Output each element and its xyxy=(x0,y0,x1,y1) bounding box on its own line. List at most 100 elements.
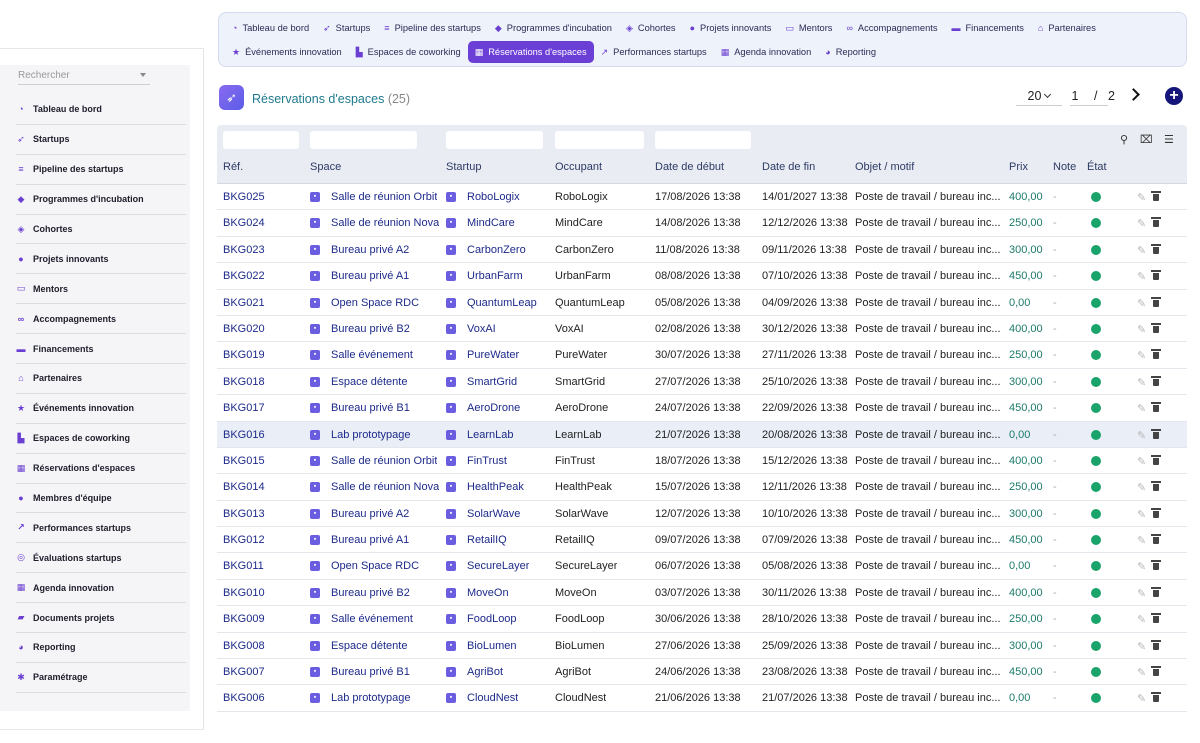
space-link[interactable]: Open Space RDC xyxy=(331,560,419,572)
table-row[interactable]: BKG021 ▪ Open Space RDC ▪ QuantumLeap Quantum… xyxy=(217,290,1187,316)
startup-link[interactable]: FoodLoop xyxy=(467,613,517,625)
filter-ref-input[interactable] xyxy=(223,131,299,149)
pencil-icon[interactable]: ✎ xyxy=(1137,560,1146,573)
filter-space-input[interactable] xyxy=(310,131,417,149)
ref-link[interactable]: BKG011 xyxy=(223,560,264,572)
space-link[interactable]: Espace détente xyxy=(331,376,407,388)
ref-link[interactable]: BKG019 xyxy=(223,349,265,361)
pencil-icon[interactable]: ✎ xyxy=(1137,455,1146,468)
column-header[interactable]: Note xyxy=(1053,161,1076,173)
ref-link[interactable]: BKG020 xyxy=(223,323,265,335)
pencil-icon[interactable]: ✎ xyxy=(1137,217,1146,230)
trash-icon[interactable] xyxy=(1151,217,1161,228)
ref-link[interactable]: BKG023 xyxy=(223,244,265,256)
trash-icon[interactable] xyxy=(1151,481,1161,492)
table-row[interactable]: BKG009 ▪ Salle événement ▪ FoodLoop FoodLoop 3… xyxy=(217,606,1187,633)
sidebar-item[interactable]: ✱ Paramétrage xyxy=(16,663,186,693)
sidebar-item[interactable]: ∞ Accompagnements xyxy=(16,304,186,335)
pencil-icon[interactable]: ✎ xyxy=(1137,270,1146,283)
sidebar-item[interactable]: ◔ Tableau de bord xyxy=(16,95,186,125)
sidebar-item[interactable]: ▬ Financements xyxy=(16,334,186,365)
trash-icon[interactable] xyxy=(1151,296,1161,307)
table-row[interactable]: BKG025 ▪ Salle de réunion Orbit ▪ RoboLogix R… xyxy=(217,184,1187,211)
sidebar-item[interactable]: ⌂ Partenaires xyxy=(16,364,186,394)
trash-icon[interactable] xyxy=(1151,613,1161,624)
list-view-icon[interactable]: ☰ xyxy=(1164,133,1174,146)
startup-link[interactable]: UrbanFarm xyxy=(467,270,523,282)
nav-tab[interactable]: ↗ Performances startups xyxy=(594,41,714,63)
space-link[interactable]: Salle événement xyxy=(331,349,413,361)
ref-link[interactable]: BKG017 xyxy=(223,402,265,414)
table-row[interactable]: BKG016 ▪ Lab prototypage ▪ LearnLab LearnLab 2… xyxy=(217,421,1187,448)
nav-tab[interactable]: ▙ Espaces de coworking xyxy=(349,41,468,63)
pencil-icon[interactable]: ✎ xyxy=(1137,402,1146,415)
sidebar-item[interactable]: ◆ Programmes d'incubation xyxy=(16,185,186,215)
pencil-icon[interactable]: ✎ xyxy=(1137,297,1146,310)
trash-icon[interactable] xyxy=(1151,402,1161,413)
trash-icon[interactable] xyxy=(1151,534,1161,545)
ref-link[interactable]: BKG015 xyxy=(223,455,265,467)
table-row[interactable]: BKG014 ▪ Salle de réunion Nova ▪ HealthPeak H… xyxy=(217,474,1187,501)
sidebar-item[interactable]: ▰ Documents projets xyxy=(16,603,186,634)
pencil-icon[interactable]: ✎ xyxy=(1137,587,1146,600)
startup-link[interactable]: QuantumLeap xyxy=(467,297,537,309)
pencil-icon[interactable]: ✎ xyxy=(1137,613,1146,626)
space-link[interactable]: Bureau privé A2 xyxy=(331,508,409,520)
table-row[interactable]: BKG024 ▪ Salle de réunion Nova ▪ MindCare Min… xyxy=(217,210,1187,237)
trash-icon[interactable] xyxy=(1151,428,1161,439)
sidebar-item[interactable]: ▙ Espaces de coworking xyxy=(16,424,186,454)
table-row[interactable]: BKG019 ▪ Salle événement ▪ PureWater PureWate… xyxy=(217,342,1187,369)
pencil-icon[interactable]: ✎ xyxy=(1137,508,1146,521)
sidebar-item[interactable]: ≡ Pipeline des startups xyxy=(16,155,186,185)
ref-link[interactable]: BKG013 xyxy=(223,508,265,520)
column-header[interactable]: Prix xyxy=(1009,161,1028,173)
ref-link[interactable]: BKG016 xyxy=(223,429,265,441)
nav-tab[interactable]: ● Projets innovants xyxy=(683,17,779,39)
trash-icon[interactable] xyxy=(1151,375,1161,386)
sidebar-item[interactable]: ◕ Reporting xyxy=(16,633,186,663)
sidebar-item[interactable]: ● Membres d'équipe xyxy=(16,484,186,514)
table-row[interactable]: BKG020 ▪ Bureau privé B2 ▪ VoxAI VoxAI 02/08/2… xyxy=(217,316,1187,343)
startup-link[interactable]: MoveOn xyxy=(467,587,509,599)
ref-link[interactable]: BKG012 xyxy=(223,534,265,546)
column-header[interactable]: Space xyxy=(310,161,341,173)
trash-icon[interactable] xyxy=(1151,454,1161,465)
sidebar-item[interactable]: ➶ Startups xyxy=(16,125,186,155)
ref-link[interactable]: BKG021 xyxy=(223,297,265,309)
ref-link[interactable]: BKG006 xyxy=(223,692,265,704)
trash-icon[interactable] xyxy=(1151,586,1161,597)
startup-link[interactable]: HealthPeak xyxy=(467,481,524,493)
column-header[interactable]: Réf. xyxy=(223,161,243,173)
pencil-icon[interactable]: ✎ xyxy=(1137,481,1146,494)
column-header[interactable]: Startup xyxy=(446,161,481,173)
nav-tab[interactable]: ▦ Agenda innovation xyxy=(714,41,819,63)
ref-link[interactable]: BKG009 xyxy=(223,613,265,625)
sidebar-item[interactable]: ▭ Mentors xyxy=(16,274,186,305)
space-link[interactable]: Salle de réunion Orbit xyxy=(331,191,437,203)
nav-tab[interactable]: ➶ Startups xyxy=(316,17,377,39)
trash-icon[interactable] xyxy=(1151,270,1161,281)
startup-link[interactable]: CarbonZero xyxy=(467,244,526,256)
nav-tab[interactable]: ◆ Programmes d'incubation xyxy=(488,17,619,39)
ref-link[interactable]: BKG007 xyxy=(223,666,265,678)
space-link[interactable]: Salle événement xyxy=(331,613,413,625)
table-row[interactable]: BKG022 ▪ Bureau privé A1 ▪ UrbanFarm UrbanFar… xyxy=(217,263,1187,290)
ref-link[interactable]: BKG024 xyxy=(223,217,265,229)
startup-link[interactable]: VoxAI xyxy=(467,323,496,335)
nav-tab[interactable]: ⌂ Partenaires xyxy=(1031,17,1103,39)
trash-icon[interactable] xyxy=(1151,507,1161,518)
space-link[interactable]: Bureau privé B1 xyxy=(331,402,410,414)
space-link[interactable]: Bureau privé A2 xyxy=(331,244,409,256)
table-row[interactable]: BKG013 ▪ Bureau privé A2 ▪ SolarWave SolarWav… xyxy=(217,501,1187,528)
nav-tab[interactable]: ★ Événements innovation xyxy=(225,41,349,63)
trash-icon[interactable] xyxy=(1151,191,1161,201)
pencil-icon[interactable]: ✎ xyxy=(1137,244,1146,257)
pencil-icon[interactable]: ✎ xyxy=(1137,666,1146,679)
space-link[interactable]: Bureau privé B2 xyxy=(331,587,410,599)
sidebar-item[interactable]: ◎ Évaluations startups xyxy=(16,543,186,574)
table-row[interactable]: BKG007 ▪ Bureau privé B1 ▪ AgriBot AgriBot 24/… xyxy=(217,659,1187,686)
space-link[interactable]: Salle de réunion Nova xyxy=(331,481,439,493)
space-link[interactable]: Open Space RDC xyxy=(331,297,419,309)
table-row[interactable]: BKG008 ▪ Espace détente ▪ BioLumen BioLumen 27… xyxy=(217,633,1187,660)
nav-tab[interactable]: ▬ Financements xyxy=(944,17,1030,39)
